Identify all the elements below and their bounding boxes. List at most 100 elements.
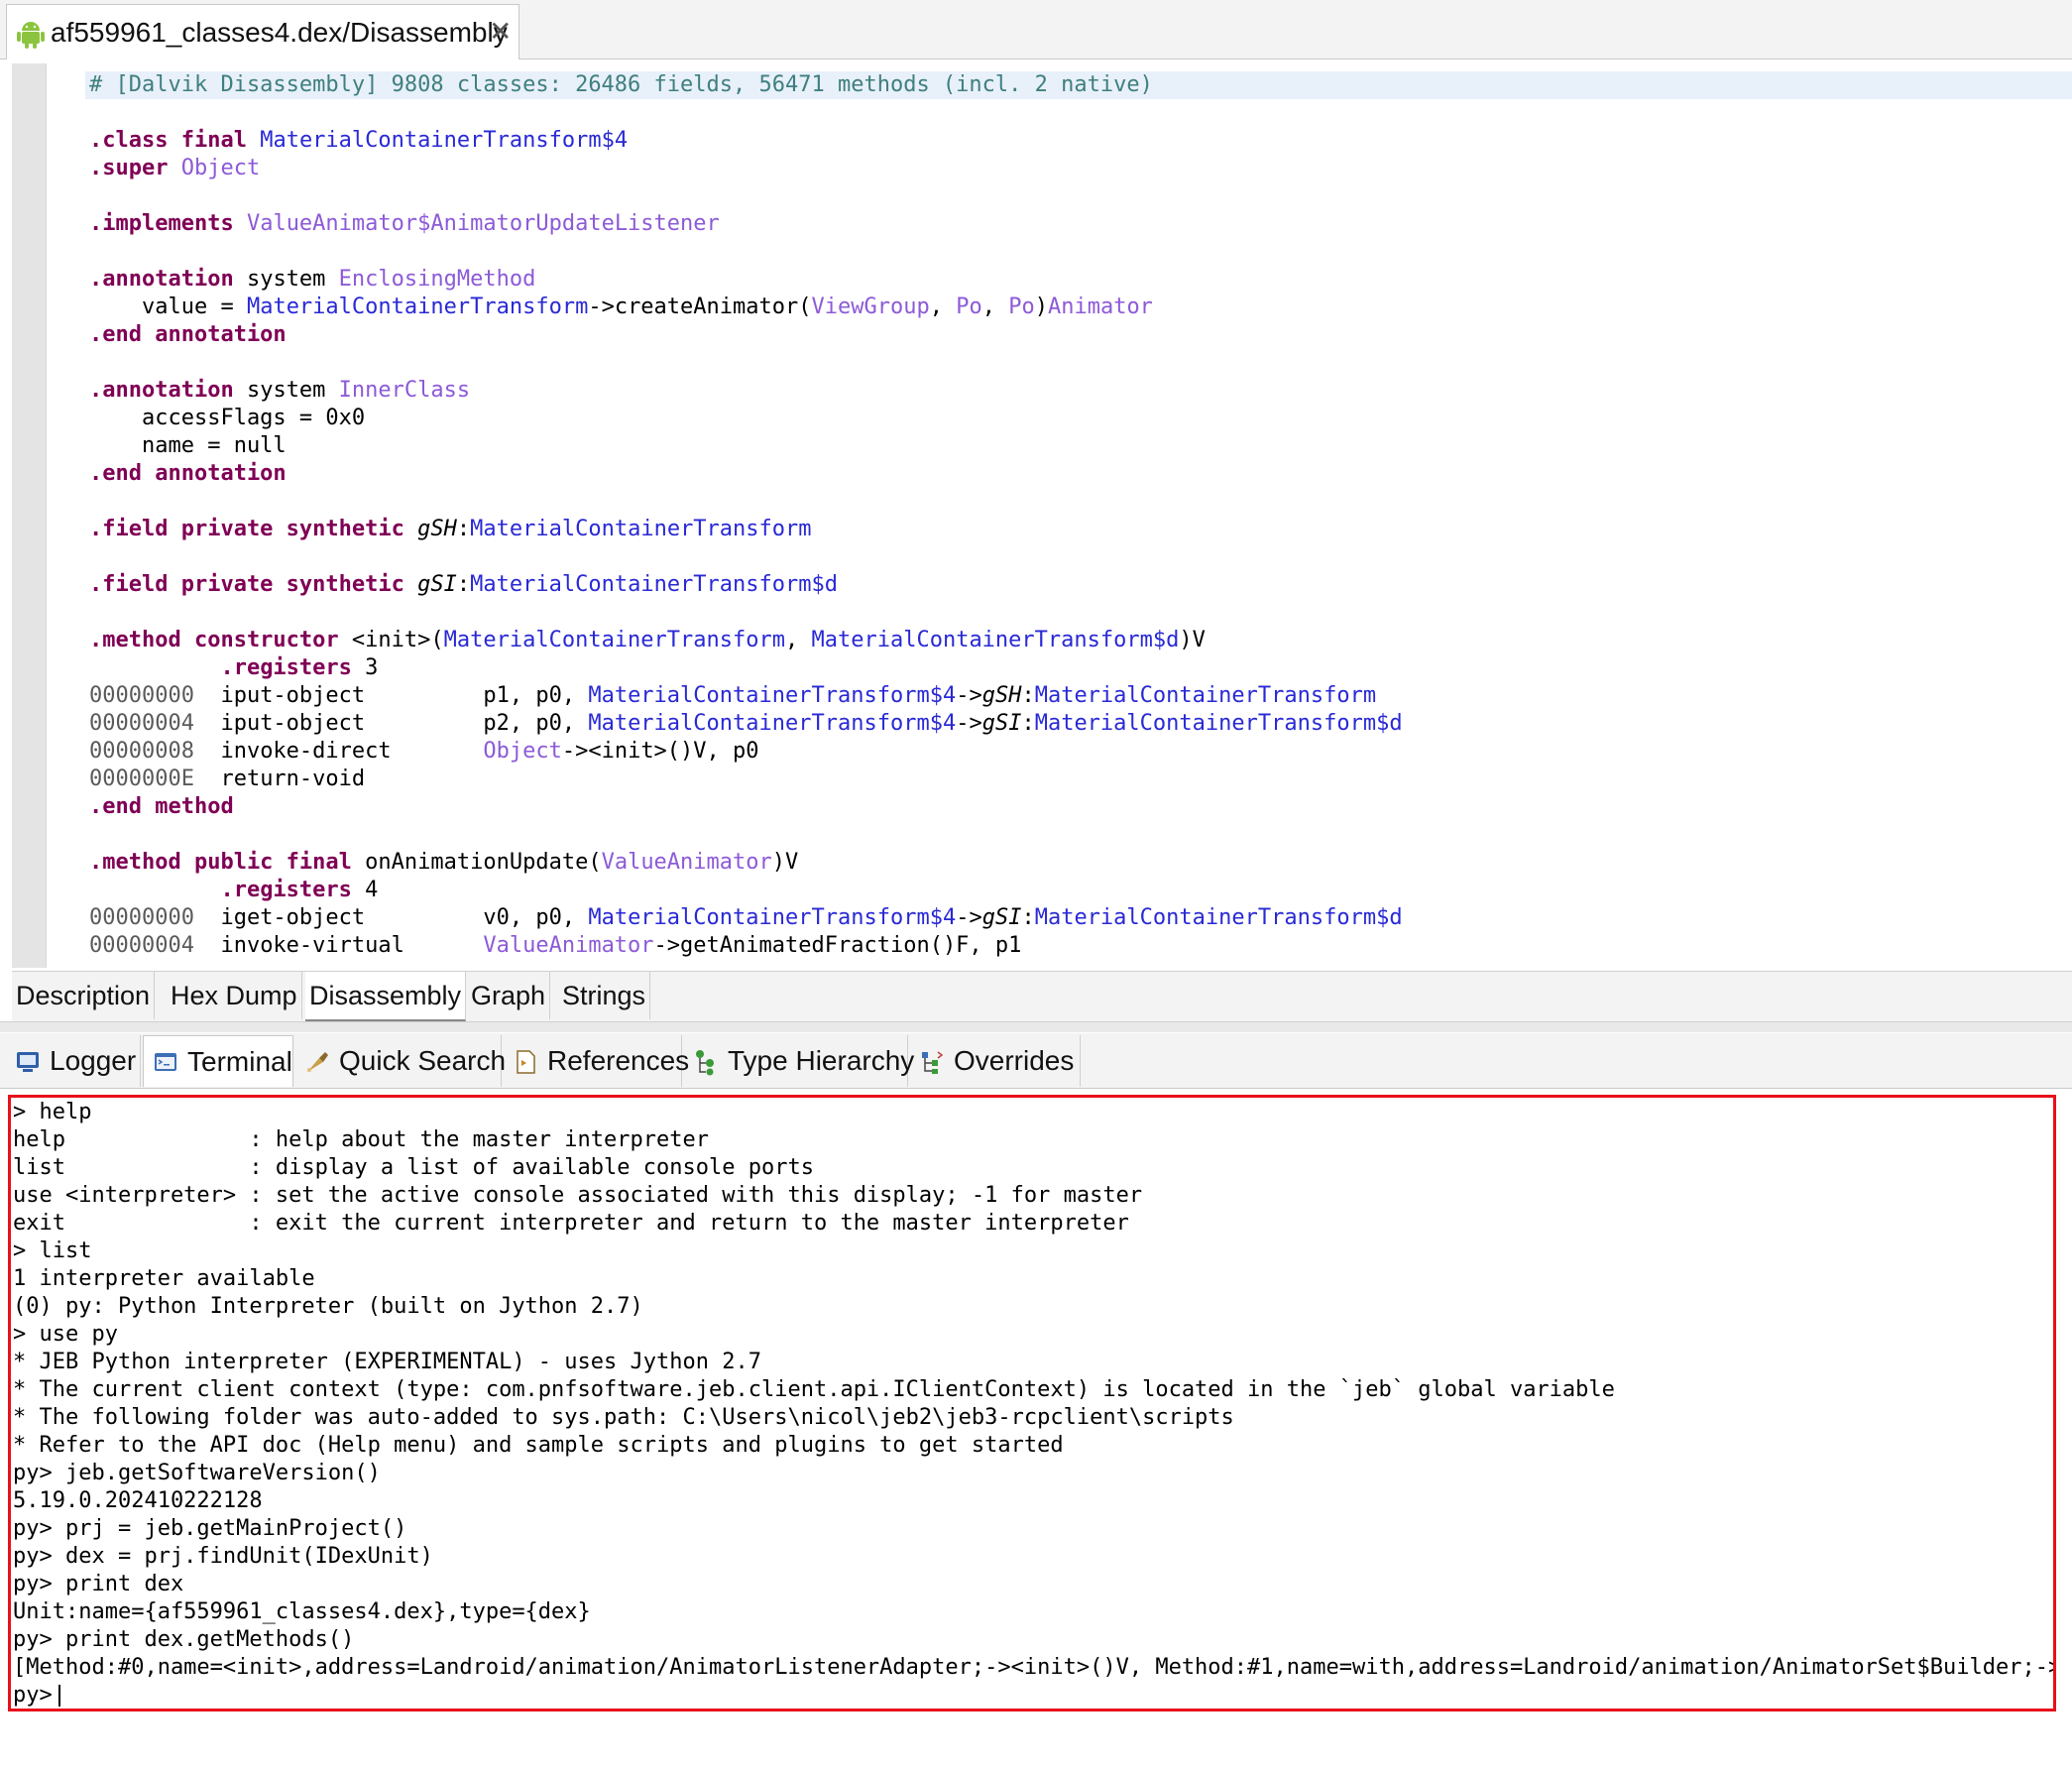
- editor-tab[interactable]: af559961_classes4.dex/Disassembly ✕: [6, 4, 519, 59]
- close-icon[interactable]: ✕: [489, 15, 512, 48]
- code-token: ViewGroup: [811, 295, 930, 319]
- code-token: -><init>()V, p0: [561, 739, 759, 764]
- tab-references[interactable]: References: [504, 1035, 689, 1087]
- terminal-line: py> dex = prj.findUnit(IDexUnit): [13, 1544, 433, 1569]
- tab-disassembly[interactable]: Disassembly: [305, 972, 467, 1021]
- code-token: gSH: [981, 683, 1022, 708]
- terminal-prompt-line[interactable]: py>: [13, 1682, 2053, 1709]
- code-token: MaterialContainerTransform$4: [260, 128, 629, 153]
- code-token: )V: [1179, 628, 1206, 652]
- code-token: invoke-direct: [220, 739, 484, 764]
- code-line: .super Object: [89, 155, 2072, 182]
- code-token: .registers: [220, 878, 366, 902]
- terminal-line: [Method:#0,name=<init>,address=Landroid/…: [13, 1655, 2056, 1680]
- code-token: )V: [771, 850, 799, 875]
- code-token: .field private synthetic: [89, 517, 418, 541]
- code-token: 00000008: [89, 739, 221, 764]
- tab-logger[interactable]: Logger: [6, 1035, 141, 1087]
- code-lines: # [Dalvik Disassembly] 9808 classes: 264…: [85, 71, 2072, 960]
- tab-quick-search[interactable]: Quick Search: [295, 1035, 506, 1087]
- code-token: .class: [89, 128, 181, 153]
- terminal-line: use <interpreter> : set the active conso…: [13, 1183, 1143, 1208]
- terminal-line: exit : exit the current interpreter and …: [13, 1211, 1129, 1236]
- editor-tab-title: af559961_classes4.dex/Disassembly: [51, 17, 508, 48]
- code-token: :: [456, 517, 471, 541]
- terminal-line: 1 interpreter available: [13, 1266, 315, 1291]
- tab-terminal[interactable]: Terminal: [143, 1035, 293, 1087]
- editor-tab-bar: af559961_classes4.dex/Disassembly ✕: [0, 0, 2072, 59]
- code-token: :: [1021, 683, 1035, 708]
- code-token: Animator: [1047, 295, 1153, 319]
- tab-type-hierarchy[interactable]: Type Hierarchy: [684, 1035, 914, 1087]
- terminal-line: help : help about the master interpreter: [13, 1127, 709, 1152]
- disassembly-code-pane[interactable]: # [Dalvik Disassembly] 9808 classes: 264…: [12, 63, 2072, 968]
- code-token: EnclosingMethod: [338, 267, 536, 292]
- code-token: iput-object p2, p0,: [220, 711, 589, 736]
- tab-strings[interactable]: Strings: [558, 972, 651, 1019]
- code-token: .end method: [89, 794, 234, 819]
- code-token: 00000004: [89, 933, 221, 958]
- code-token: MaterialContainerTransform$4: [588, 683, 957, 708]
- tab-graph[interactable]: Graph: [467, 972, 551, 1019]
- logger-icon: [17, 1052, 39, 1072]
- terminal-icon: [155, 1053, 176, 1071]
- code-token: ->getAnimatedFraction()F, p1: [653, 933, 1022, 958]
- code-token: 00000004: [89, 711, 221, 736]
- terminal-line: * The following folder was auto-added to…: [13, 1405, 1234, 1430]
- code-line: .field private synthetic gSH:MaterialCon…: [89, 516, 2072, 543]
- code-token: Po: [956, 295, 982, 319]
- code-line: value = MaterialContainerTransform->crea…: [89, 294, 2072, 321]
- code-line: .method constructor <init>(MaterialConta…: [89, 627, 2072, 654]
- code-token: system: [246, 378, 339, 403]
- quick-search-icon: [307, 1052, 328, 1072]
- code-token: value =: [89, 295, 247, 319]
- code-token: ValueAnimator: [483, 933, 654, 958]
- terminal-line: py> prj = jeb.getMainProject(): [13, 1516, 407, 1541]
- code-token: 00000000: [89, 683, 221, 708]
- code-token: MaterialContainerTransform$d: [470, 572, 839, 597]
- terminal-line: * Refer to the API doc (Help menu) and s…: [13, 1433, 1064, 1458]
- code-line: .registers 3: [89, 654, 2072, 682]
- overrides-icon: [922, 1051, 944, 1074]
- view-tab-bar: Description Hex Dump Disassembly Graph S…: [12, 971, 2072, 1021]
- terminal-line: py> jeb.getSoftwareVersion(): [13, 1461, 381, 1485]
- pane-divider[interactable]: [0, 1021, 2072, 1032]
- terminal-line: > list: [13, 1239, 92, 1263]
- code-token: MaterialContainerTransform$d: [811, 628, 1180, 652]
- code-line: .implements ValueAnimator$AnimatorUpdate…: [89, 210, 2072, 238]
- tab-logger-label: Logger: [50, 1045, 137, 1076]
- tab-type-hierarchy-label: Type Hierarchy: [728, 1045, 915, 1076]
- code-token: Po: [1008, 295, 1035, 319]
- code-line: 00000004 iput-object p2, p0, MaterialCon…: [89, 710, 2072, 738]
- code-token: accessFlags = 0x0: [89, 406, 366, 430]
- code-token: Object: [180, 156, 261, 180]
- tab-references-label: References: [547, 1045, 690, 1076]
- code-token: .super: [89, 156, 181, 180]
- code-token: 0000000E: [89, 767, 221, 791]
- tab-hex-dump[interactable]: Hex Dump: [167, 972, 302, 1019]
- code-line: .end annotation: [89, 321, 2072, 349]
- code-token: 00000000: [89, 905, 221, 930]
- terminal-line: > help: [13, 1100, 92, 1124]
- code-token: ->: [956, 711, 982, 736]
- code-token: Object: [483, 739, 562, 764]
- tab-overrides[interactable]: Overrides: [910, 1035, 1081, 1087]
- terminal-line: py> print dex: [13, 1572, 184, 1596]
- terminal-console[interactable]: > help help : help about the master inte…: [8, 1095, 2056, 1711]
- tab-terminal-label: Terminal: [187, 1046, 292, 1077]
- code-token: return-void: [220, 767, 366, 791]
- code-token: MaterialContainerTransform: [470, 517, 812, 541]
- code-line: # [Dalvik Disassembly] 9808 classes: 264…: [85, 71, 2072, 99]
- tab-description[interactable]: Description: [12, 972, 156, 1019]
- terminal-line: > use py: [13, 1322, 118, 1347]
- code-token: MaterialContainerTransform: [443, 628, 785, 652]
- code-line: .class final MaterialContainerTransform$…: [89, 127, 2072, 155]
- code-token: ,: [929, 295, 957, 319]
- code-line: .method public final onAnimationUpdate(V…: [89, 849, 2072, 877]
